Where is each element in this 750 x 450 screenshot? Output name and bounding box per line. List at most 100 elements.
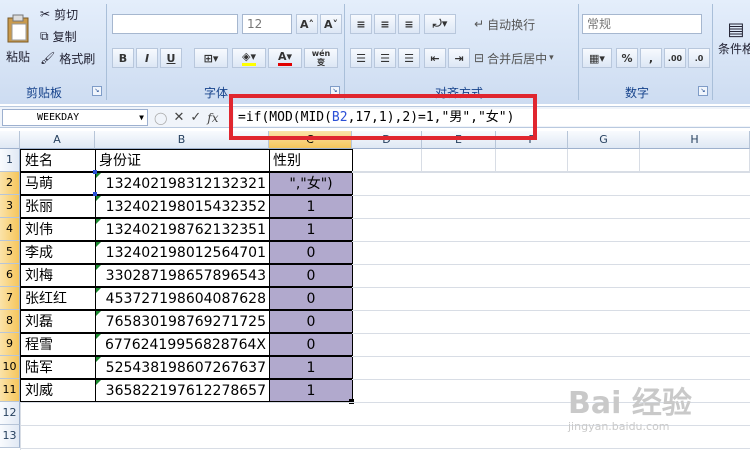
id-cell[interactable]: 132402198015432352 [95, 195, 270, 218]
row-header-4[interactable]: 4 [0, 218, 20, 241]
name-cell[interactable]: 刘梅 [20, 264, 96, 287]
name-cell[interactable]: 张丽 [20, 195, 96, 218]
empty-cell[interactable] [352, 149, 422, 172]
font-launcher-icon[interactable]: ↘ [330, 86, 340, 96]
orientation-button[interactable]: ⤾▾ [424, 14, 456, 34]
border-button[interactable]: ⊞▾ [194, 48, 228, 68]
name-cell[interactable]: 张红红 [20, 287, 96, 310]
cancel-icon[interactable]: ✕ [173, 110, 184, 125]
paste-button[interactable]: 粘贴 [2, 4, 34, 74]
font-name-box[interactable] [112, 14, 238, 34]
gender-cell[interactable]: 0 [269, 310, 353, 333]
column-header-h[interactable]: H [640, 131, 750, 149]
align-bottom-button[interactable]: ≡ [398, 14, 420, 34]
name-cell[interactable]: 程雪 [20, 333, 96, 356]
name-cell[interactable]: 刘威 [20, 379, 96, 402]
gender-cell[interactable]: 1 [269, 195, 353, 218]
header-gender-cell[interactable]: 性别 [269, 149, 353, 172]
merge-center-button[interactable]: ⊟ 合并后居中 ▾ [474, 48, 574, 68]
column-header-c[interactable]: C [269, 131, 352, 149]
scroll-handle-icon[interactable]: ◯ [154, 111, 167, 125]
name-cell[interactable]: 陆军 [20, 356, 96, 379]
wrap-text-button[interactable]: ↵ 自动换行 [474, 14, 560, 34]
align-right-button[interactable]: ☰ [398, 48, 420, 68]
conditional-format-button[interactable]: ▤ 条件格 [716, 14, 750, 62]
id-cell[interactable]: 365822197612278657 [95, 379, 270, 402]
gender-cell[interactable]: 0 [269, 264, 353, 287]
cut-button[interactable]: ✂ 剪切 [40, 4, 100, 24]
align-top-button[interactable]: ≡ [350, 14, 372, 34]
shrink-font-button[interactable]: A˅ [320, 14, 342, 34]
phonetic-button[interactable]: wén 变 [304, 48, 338, 68]
row-header-6[interactable]: 6 [0, 264, 20, 287]
empty-cell[interactable] [568, 149, 640, 172]
italic-button[interactable]: I [136, 48, 158, 68]
header-id-cell[interactable]: 身份证 [95, 149, 270, 172]
empty-cell[interactable] [422, 149, 496, 172]
row-header-11[interactable]: 11 [0, 379, 20, 402]
select-all-corner[interactable] [0, 131, 20, 149]
decrease-indent-button[interactable]: ⇤ [424, 48, 446, 68]
empty-cell[interactable] [496, 149, 568, 172]
gender-cell[interactable]: 0 [269, 333, 353, 356]
currency-button[interactable]: ▦▾ [582, 48, 612, 68]
align-middle-button[interactable]: ≡ [374, 14, 396, 34]
empty-cell[interactable] [640, 149, 750, 172]
gender-cell-active[interactable]: ","女") [269, 172, 353, 195]
row-header-5[interactable]: 5 [0, 241, 20, 264]
column-header-g[interactable]: G [568, 131, 640, 149]
font-color-button[interactable]: A▾ [268, 48, 302, 68]
enter-icon[interactable]: ✓ [190, 110, 201, 125]
gender-cell[interactable]: 1 [269, 356, 353, 379]
gender-cell[interactable]: 1 [269, 379, 353, 402]
formula-input[interactable]: =if(MOD(MID(B2,17,1),2)=1,"男","女") [234, 109, 750, 126]
gender-cell[interactable]: 1 [269, 218, 353, 241]
id-cell[interactable]: 765830198769271725 [95, 310, 270, 333]
bold-button[interactable]: B [112, 48, 134, 68]
id-cell[interactable]: 132402198012564701 [95, 241, 270, 264]
row-header-9[interactable]: 9 [0, 333, 20, 356]
row-header-7[interactable]: 7 [0, 287, 20, 310]
name-box[interactable]: WEEKDAY ▼ [2, 109, 148, 126]
row-header-12[interactable]: 12 [0, 402, 20, 425]
column-header-a[interactable]: A [20, 131, 95, 149]
row-header-13[interactable]: 13 [0, 425, 20, 448]
increase-indent-button[interactable]: ⇥ [448, 48, 470, 68]
row-header-8[interactable]: 8 [0, 310, 20, 333]
header-name-cell[interactable]: 姓名 [20, 149, 96, 172]
number-format-box[interactable]: 常规 [582, 14, 702, 34]
row-header-10[interactable]: 10 [0, 356, 20, 379]
id-cell[interactable]: 132402198762132351 [95, 218, 270, 241]
id-cell[interactable]: 132402198312132321 [95, 172, 270, 195]
fill-color-button[interactable]: ◈▾ [232, 48, 266, 68]
column-header-e[interactable]: E [422, 131, 496, 149]
row-header-2[interactable]: 2 [0, 172, 20, 195]
name-cell[interactable]: 刘伟 [20, 218, 96, 241]
increase-decimal-button[interactable]: .00 [664, 48, 686, 68]
copy-button[interactable]: ⧉ 复制 [40, 26, 100, 46]
column-header-d[interactable]: D [352, 131, 422, 149]
number-launcher-icon[interactable]: ↘ [698, 86, 708, 96]
decrease-decimal-button[interactable]: .0 [688, 48, 710, 68]
column-header-f[interactable]: F [496, 131, 568, 149]
clipboard-launcher-icon[interactable]: ↘ [92, 86, 102, 96]
name-cell[interactable]: 马萌 [20, 172, 96, 195]
row-header-1[interactable]: 1 [0, 149, 20, 172]
row-header-3[interactable]: 3 [0, 195, 20, 218]
fx-icon[interactable]: fx [207, 111, 218, 125]
id-cell[interactable]: 330287198657896543 [95, 264, 270, 287]
chevron-down-icon[interactable]: ▼ [139, 110, 144, 125]
name-cell[interactable]: 李成 [20, 241, 96, 264]
align-center-button[interactable]: ☰ [374, 48, 396, 68]
id-cell[interactable]: 525438198607267637 [95, 356, 270, 379]
grow-font-button[interactable]: A˄ [296, 14, 318, 34]
format-painter-button[interactable]: 🖌 格式刷 [40, 48, 104, 68]
id-cell[interactable]: 67762419956828764X [95, 333, 270, 356]
gender-cell[interactable]: 0 [269, 241, 353, 264]
comma-button[interactable]: , [640, 48, 662, 68]
gender-cell[interactable]: 0 [269, 287, 353, 310]
align-left-button[interactable]: ☰ [350, 48, 372, 68]
font-size-box[interactable]: 12 [242, 14, 292, 34]
percent-button[interactable]: % [616, 48, 638, 68]
underline-button[interactable]: U [160, 48, 182, 68]
